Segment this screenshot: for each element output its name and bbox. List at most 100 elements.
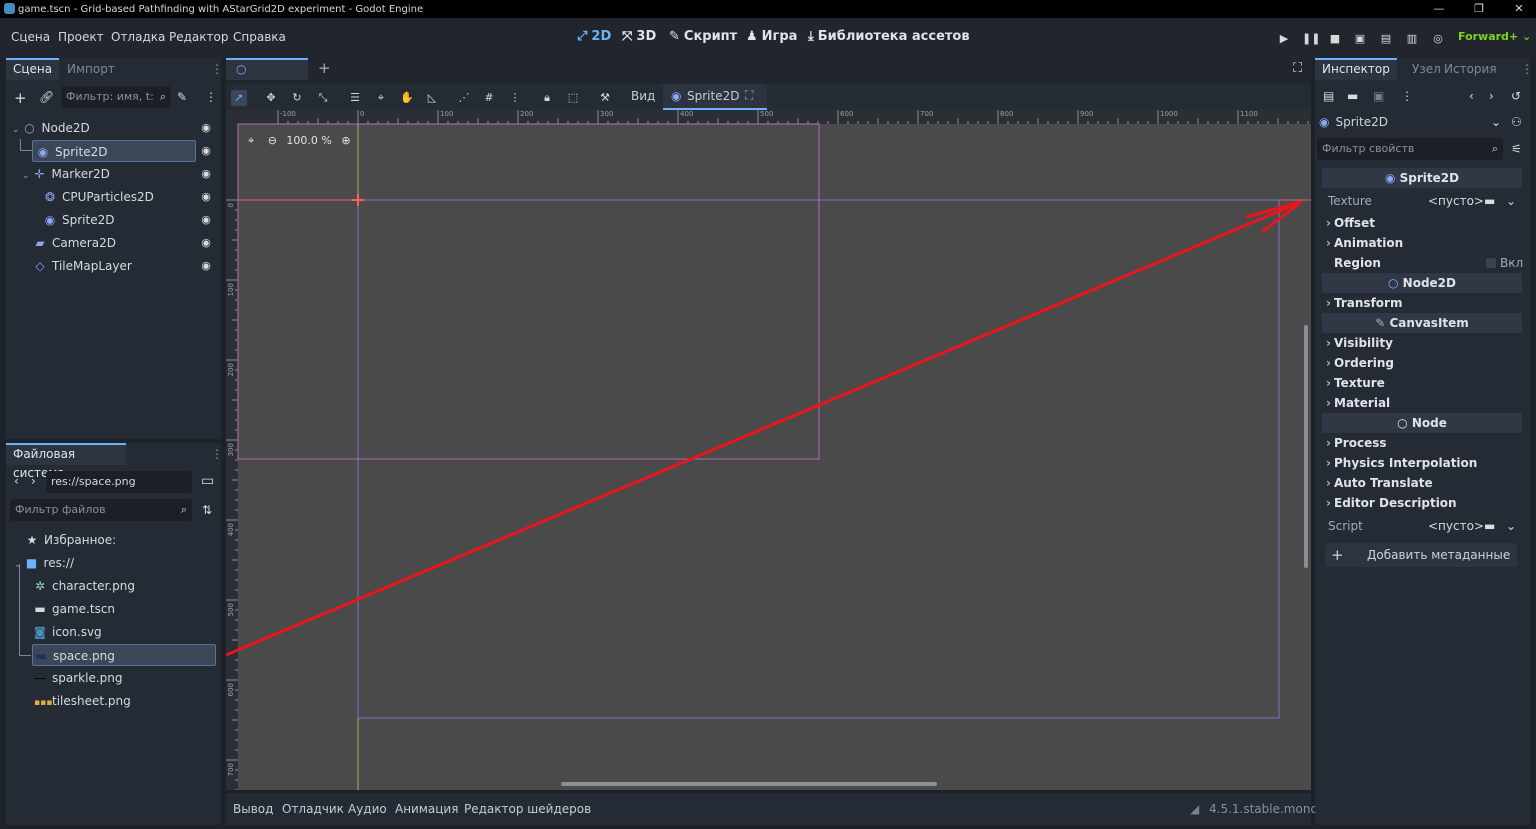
forward-icon[interactable]: ›	[31, 474, 36, 488]
play-scene-icon[interactable]: ▤	[1379, 32, 1393, 46]
tree-item-node2d[interactable]: ⌄ ○ Node2D	[12, 117, 217, 139]
visibility-eye-icon[interactable]: ◉	[199, 213, 213, 227]
group-auto-translate[interactable]: Auto Translate	[1322, 473, 1522, 493]
property-texture[interactable]: Texture <пусто> ▬ ⌄	[1322, 191, 1522, 211]
workspace-game-button[interactable]: ♟ Игра	[746, 29, 797, 44]
workspace-3d-button[interactable]: ⤧ 3D	[622, 29, 656, 44]
tab-inspector[interactable]: Инспектор	[1315, 58, 1397, 80]
menu-debug[interactable]: Отладка	[111, 30, 165, 44]
file-item[interactable]: ▬ game.tscn	[34, 598, 115, 620]
add-node-icon[interactable]: +	[14, 89, 27, 107]
file-item[interactable]: — sparkle.png	[34, 667, 122, 689]
group-physics-interpolation[interactable]: Physics Interpolation	[1322, 453, 1522, 473]
sort-icon[interactable]: ⇅	[202, 503, 212, 517]
load-resource-icon[interactable]: ▬	[1347, 89, 1358, 103]
play-icon[interactable]: ▶	[1277, 32, 1291, 46]
add-tab-icon[interactable]: +	[318, 59, 331, 77]
tree-item-sprite2d[interactable]: ◉ Sprite2D	[32, 140, 196, 162]
region-checkbox[interactable]	[1486, 258, 1496, 268]
property-filter-input[interactable]: Фильтр свойств ⌕	[1317, 138, 1503, 160]
bottom-tab-shader-editor[interactable]: Редактор шейдеров	[464, 802, 591, 816]
minimize-button[interactable]: —	[1424, 0, 1454, 18]
asset-library-button[interactable]: ⤓ Библиотека ассетов	[808, 29, 970, 44]
file-item[interactable]: ▪▪▪tilesheet.png	[34, 690, 131, 712]
pause-icon[interactable]: ❚❚	[1302, 32, 1320, 46]
load-file-icon[interactable]: ▬	[1484, 516, 1495, 536]
favorites-item[interactable]: ★ Избранное:	[26, 529, 117, 551]
zoom-in-icon[interactable]: ⊕	[341, 134, 350, 147]
link-icon[interactable]: 🔗︎	[39, 90, 54, 104]
file-item[interactable]: ◙ icon.svg	[34, 621, 102, 643]
scene-menu-icon[interactable]: ⋮	[205, 90, 217, 104]
dock-menu-icon[interactable]: ⋮	[1521, 62, 1533, 76]
center-view-icon[interactable]: ⌖	[248, 134, 254, 147]
move-mode-icon[interactable]: ✥	[263, 90, 279, 106]
group-offset[interactable]: Offset	[1322, 213, 1522, 233]
group-editor-description[interactable]: Editor Description	[1322, 493, 1522, 513]
sprite2d-toolbar-tab[interactable]: ◉ Sprite2D ⛶	[663, 84, 767, 110]
inspected-object-selector[interactable]: ◉ Sprite2D ⌄	[1319, 111, 1505, 133]
scale-mode-icon[interactable]: ⤡	[315, 90, 331, 106]
ruler-mode-icon[interactable]: ◺	[424, 90, 440, 106]
tree-item-cpuparticles2d[interactable]: ❂ CPUParticles2D	[44, 186, 204, 208]
add-metadata-button[interactable]: + Добавить метаданные	[1325, 543, 1517, 567]
tree-item-camera2d[interactable]: ▰ Camera2D	[34, 232, 194, 254]
tree-item-tilemaplayer[interactable]: ◇ TileMapLayer	[34, 255, 194, 277]
pan-mode-icon[interactable]: ✋	[399, 90, 415, 106]
pivot-icon[interactable]: ⌖	[373, 90, 389, 106]
group-icon[interactable]: ⬚	[565, 90, 581, 106]
tab-scene[interactable]: Сцена	[6, 58, 60, 80]
chevron-down-icon[interactable]: ⌄	[1506, 516, 1516, 536]
dock-menu-icon[interactable]: ⋮	[211, 447, 223, 461]
bottom-tab-output[interactable]: Вывод	[233, 802, 273, 816]
scene-filter-input[interactable]: Фильтр: имя, t: ⌕	[61, 86, 171, 108]
menu-project[interactable]: Проект	[58, 30, 104, 44]
distraction-free-icon[interactable]: ⛶	[1293, 61, 1302, 76]
tree-item-sprite2d-child[interactable]: ◉ Sprite2D	[44, 209, 204, 231]
chevron-down-icon[interactable]: ⌄	[1506, 191, 1516, 211]
stop-icon[interactable]: ■	[1328, 32, 1342, 46]
view-menu[interactable]: Вид	[631, 89, 655, 103]
property-script[interactable]: Script <пусто> ▬ ⌄	[1322, 516, 1522, 536]
bottom-tab-audio[interactable]: Аудио	[348, 802, 387, 816]
resource-menu-icon[interactable]: ⋮	[1401, 89, 1413, 103]
group-ordering[interactable]: Ordering	[1322, 353, 1522, 373]
group-texture[interactable]: Texture	[1322, 373, 1522, 393]
file-item-selected[interactable]: ▬ space.png	[32, 644, 216, 666]
lock-icon[interactable]: 🔒︎	[539, 90, 555, 106]
res-folder[interactable]: ⌄ ■ res://	[14, 552, 74, 574]
group-visibility[interactable]: Visibility	[1322, 333, 1522, 353]
snap-options-icon[interactable]: ⋮	[507, 90, 523, 106]
back-icon[interactable]: ‹	[14, 474, 19, 488]
select-mode-icon[interactable]: ➚	[231, 90, 247, 106]
save-resource-icon[interactable]: ▣	[1373, 89, 1384, 103]
rotate-mode-icon[interactable]: ↻	[289, 90, 305, 106]
grid-snap-icon[interactable]: #	[481, 90, 497, 106]
file-item[interactable]: ✲ character.png	[34, 575, 135, 597]
new-resource-icon[interactable]: ▤	[1323, 89, 1334, 103]
tab-import[interactable]: Импорт	[60, 58, 122, 80]
group-transform[interactable]: Transform	[1322, 293, 1522, 313]
zoom-out-icon[interactable]: ⊖	[268, 134, 277, 147]
list-select-icon[interactable]: ☰	[347, 90, 363, 106]
menu-scene[interactable]: Сцена	[11, 30, 50, 44]
path-field[interactable]: res://space.png	[46, 471, 192, 493]
visibility-eye-icon[interactable]: ◉	[199, 121, 213, 135]
maximize-button[interactable]: ❐	[1464, 0, 1494, 18]
menu-editor[interactable]: Редактор	[169, 30, 228, 44]
zoom-level[interactable]: 100.0 %	[286, 134, 331, 147]
workspace-script-button[interactable]: ✎ Скрипт	[669, 29, 737, 44]
group-animation[interactable]: Animation	[1322, 233, 1522, 253]
object-history-icon[interactable]: ↺	[1511, 89, 1521, 103]
tab-history[interactable]: История	[1437, 58, 1504, 80]
menu-help[interactable]: Справка	[233, 30, 286, 44]
group-material[interactable]: Material	[1322, 393, 1522, 413]
bottom-tab-animation[interactable]: Анимация	[395, 802, 458, 816]
history-back-icon[interactable]: ‹	[1469, 89, 1474, 103]
close-window-button[interactable]: ✕	[1504, 0, 1534, 18]
file-filter-input[interactable]: Фильтр файлов ⌕	[10, 499, 192, 521]
visibility-eye-icon[interactable]: ◉	[199, 236, 213, 250]
visibility-eye-icon[interactable]: ◉	[199, 144, 213, 158]
workspace-2d-button[interactable]: ⤢ 2D	[577, 29, 611, 44]
history-forward-icon[interactable]: ›	[1489, 89, 1494, 103]
